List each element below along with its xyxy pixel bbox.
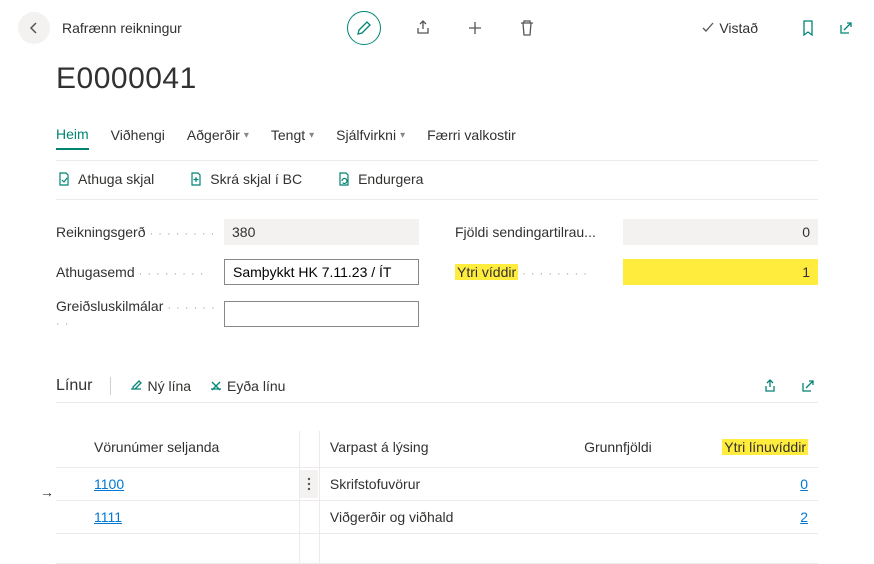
saved-label: Vistað — [719, 20, 758, 36]
desc-cell: Viðgerðir og viðhald — [319, 501, 532, 534]
document-check-icon — [56, 171, 72, 187]
payment-terms-label: Greiðsluskilmálar — [56, 298, 224, 330]
col-vendor-item[interactable]: Vörunúmer seljanda — [84, 431, 299, 468]
action-row: Athuga skjal Skrá skjal í BC Endurgera — [56, 160, 818, 200]
tab-fewer-options[interactable]: Færri valkostir — [427, 121, 516, 149]
invoice-type-value: 380 — [224, 219, 419, 245]
ext-dims-value[interactable]: 1 — [623, 259, 818, 285]
note-input[interactable] — [224, 259, 419, 285]
delete-line-action[interactable]: Eyða línu — [209, 378, 285, 394]
col-desc[interactable]: Varpast á lýsing — [319, 431, 532, 468]
lines-table: Vörunúmer seljanda Varpast á lýsing Grun… — [56, 431, 818, 564]
check-icon — [701, 21, 715, 35]
share-button[interactable] — [413, 18, 433, 38]
delete-line-icon — [209, 379, 223, 393]
tab-bar: Heim Viðhengi Aðgerðir ▾ Tengt ▾ Sjálfvirk… — [56, 120, 818, 150]
col-ext-line-dims[interactable]: Ytri línuvíddir — [662, 431, 818, 468]
new-line-label: Ný lína — [147, 378, 191, 394]
table-row[interactable]: 1111 Viðgerðir og viðhald 2 — [56, 501, 818, 534]
regenerate-action[interactable]: Endurgera — [336, 171, 423, 187]
base-qty-cell — [532, 468, 662, 501]
vendor-item-link[interactable]: 1100 — [94, 476, 124, 492]
delete-button[interactable] — [517, 18, 537, 38]
ext-dims-link[interactable]: 2 — [800, 509, 808, 525]
delete-line-label: Eyða línu — [227, 378, 285, 394]
bookmark-button[interactable] — [798, 18, 818, 38]
vendor-item-link[interactable]: 1111 — [94, 509, 122, 525]
popout-icon — [838, 20, 854, 36]
tab-home-label: Heim — [56, 126, 89, 142]
tab-attachments[interactable]: Viðhengi — [111, 121, 165, 149]
tab-automation[interactable]: Sjálfvirkni ▾ — [336, 121, 405, 149]
bookmark-icon — [801, 19, 815, 37]
desc-cell: Skrifstofuvörur — [319, 468, 532, 501]
table-row[interactable] — [56, 534, 818, 564]
send-attempts-value: 0 — [623, 219, 818, 245]
base-qty-cell — [532, 501, 662, 534]
tab-related[interactable]: Tengt ▾ — [271, 121, 314, 149]
lines-share-button[interactable] — [760, 376, 780, 396]
tab-related-label: Tengt — [271, 127, 305, 143]
check-document-label: Athuga skjal — [78, 171, 154, 187]
invoice-type-label: Reikningsgerð — [56, 224, 224, 240]
document-add-icon — [188, 171, 204, 187]
arrow-left-icon — [26, 20, 42, 36]
tab-home[interactable]: Heim — [56, 120, 89, 150]
saved-status: Vistað — [701, 20, 758, 36]
divider — [110, 377, 111, 395]
plus-icon — [466, 19, 484, 37]
pencil-icon — [356, 20, 372, 36]
col-base-qty[interactable]: Grunnfjöldi — [532, 431, 662, 468]
document-refresh-icon — [336, 171, 352, 187]
chevron-down-icon: ▾ — [244, 130, 249, 141]
check-document-action[interactable]: Athuga skjal — [56, 171, 154, 187]
lines-section-title: Línur — [56, 377, 92, 395]
share-icon — [762, 378, 778, 394]
table-row[interactable]: 1100 Skrifstofuvörur 0 — [56, 468, 818, 501]
payment-terms-input[interactable] — [224, 301, 419, 327]
ext-dims-label: Ytri víddir — [455, 264, 623, 280]
lines-popout-button[interactable] — [798, 376, 818, 396]
trash-icon — [519, 19, 535, 37]
back-button[interactable] — [18, 12, 50, 44]
record-document-label: Skrá skjal í BC — [210, 171, 302, 187]
note-label: Athugasemd — [56, 264, 224, 280]
new-button[interactable] — [465, 18, 485, 38]
edit-button[interactable] — [347, 11, 381, 45]
chevron-down-icon: ▾ — [400, 130, 405, 141]
regenerate-label: Endurgera — [358, 171, 423, 187]
row-menu-button[interactable] — [300, 470, 318, 498]
tab-automation-label: Sjálfvirkni — [336, 127, 396, 143]
popout-icon — [800, 378, 816, 394]
record-document-action[interactable]: Skrá skjal í BC — [188, 171, 302, 187]
popout-button[interactable] — [836, 18, 856, 38]
tab-fewer-label: Færri valkostir — [427, 127, 516, 143]
ext-dims-link[interactable]: 0 — [800, 476, 808, 492]
share-icon — [414, 19, 432, 37]
tab-attachments-label: Viðhengi — [111, 127, 165, 143]
new-line-action[interactable]: Ný lína — [129, 378, 191, 394]
new-line-icon — [129, 379, 143, 393]
page-title: E0000041 — [56, 62, 818, 96]
chevron-down-icon: ▾ — [309, 130, 314, 141]
send-attempts-label: Fjöldi sendingartilrau... — [455, 224, 623, 240]
tab-actions[interactable]: Aðgerðir ▾ — [187, 121, 249, 149]
more-vertical-icon — [307, 477, 311, 491]
tab-actions-label: Aðgerðir — [187, 127, 240, 143]
breadcrumb: Rafrænn reikningur — [62, 20, 182, 36]
